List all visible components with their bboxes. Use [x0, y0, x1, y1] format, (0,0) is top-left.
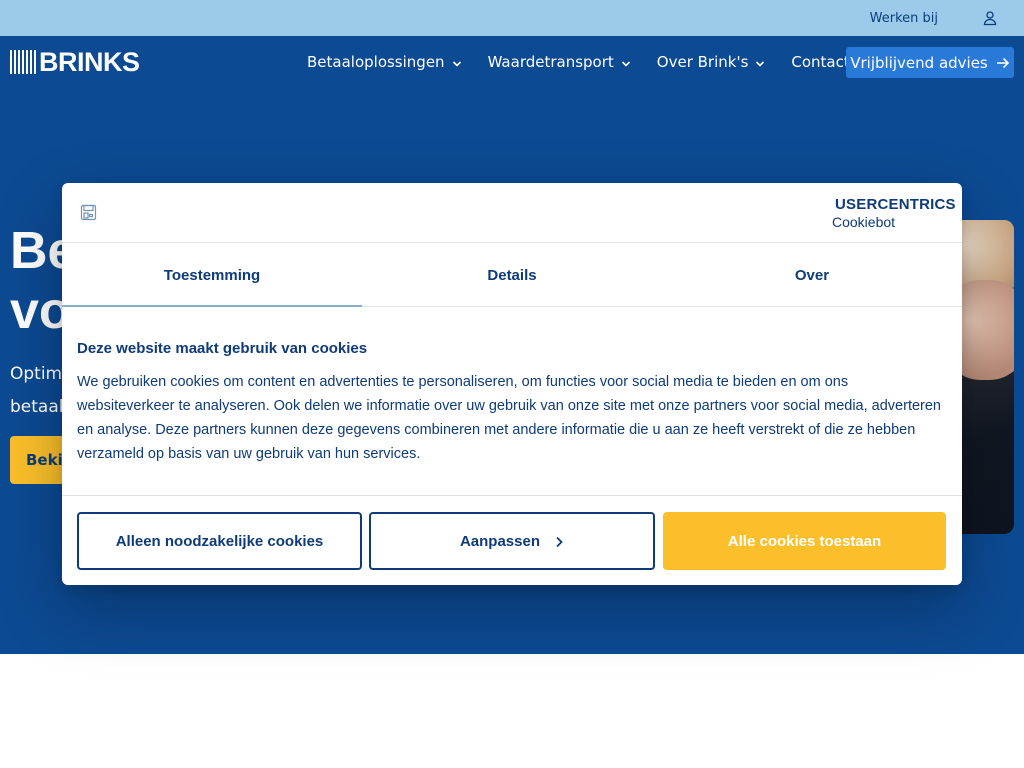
dialog-footer: Alleen noodzakelijke cookies Aanpassen A… [62, 495, 962, 585]
vrijblijvend-advies-button[interactable]: Vrijblijvend advies [846, 47, 1014, 78]
werken-bij-link[interactable]: Werken bij [870, 11, 938, 26]
nav-item-label: Betaaloplossingen [307, 53, 445, 71]
nav-item-label: Waardetransport [487, 53, 614, 71]
arrow-right-icon [996, 57, 1009, 68]
dialog-header: USERCENTRICS Cookiebot [62, 183, 962, 243]
brand-name: USERCENTRICS [835, 196, 956, 213]
dialog-description: We gebruiken cookies om content en adver… [77, 374, 941, 462]
nav-item-label: Contact [791, 53, 850, 71]
chevron-right-icon [556, 536, 563, 548]
dialog-heading: Deze website maakt gebruik van cookies [77, 340, 368, 357]
chevron-down-icon [756, 60, 765, 67]
site-logo-icon [80, 204, 97, 221]
tab-toestemming[interactable]: Toestemming [62, 244, 362, 307]
logo-bars-icon [10, 50, 36, 74]
dialog-body: Deze website maakt gebruik van cookies W… [77, 339, 947, 466]
nav-item-label: Over Brink's [656, 53, 749, 71]
nav-item-waardetransport[interactable]: Waardetransport [488, 53, 631, 71]
cookie-consent-dialog: USERCENTRICS Cookiebot Toestemming Detai… [62, 183, 962, 585]
user-icon[interactable] [982, 10, 998, 26]
allow-all-cookies-button[interactable]: Alle cookies toestaan [663, 512, 946, 570]
tab-details[interactable]: Details [362, 244, 662, 306]
chevron-down-icon [621, 60, 630, 67]
chevron-down-icon [452, 60, 461, 67]
customize-button[interactable]: Aanpassen [369, 512, 655, 570]
brinks-logo[interactable]: BRINKS [10, 47, 140, 77]
nav-item-over-brinks[interactable]: Over Brink's [657, 53, 766, 71]
dialog-tabs: Toestemming Details Over [62, 244, 962, 307]
main-nav: Betaaloplossingen Waardetransport Over B… [307, 53, 893, 71]
brand-product: Cookiebot [832, 214, 896, 230]
nav-item-betaaloplossingen[interactable]: Betaaloplossingen [307, 53, 462, 71]
tab-over[interactable]: Over [662, 244, 962, 306]
logo-wordmark: BRINKS [39, 47, 140, 77]
usercentrics-cookiebot-logo: USERCENTRICS Cookiebot [832, 197, 956, 231]
top-utility-bar: Werken bij [0, 0, 1024, 36]
advies-button-label: Vrijblijvend advies [850, 53, 988, 72]
customize-button-label: Aanpassen [459, 532, 541, 550]
necessary-cookies-button[interactable]: Alleen noodzakelijke cookies [77, 512, 362, 570]
